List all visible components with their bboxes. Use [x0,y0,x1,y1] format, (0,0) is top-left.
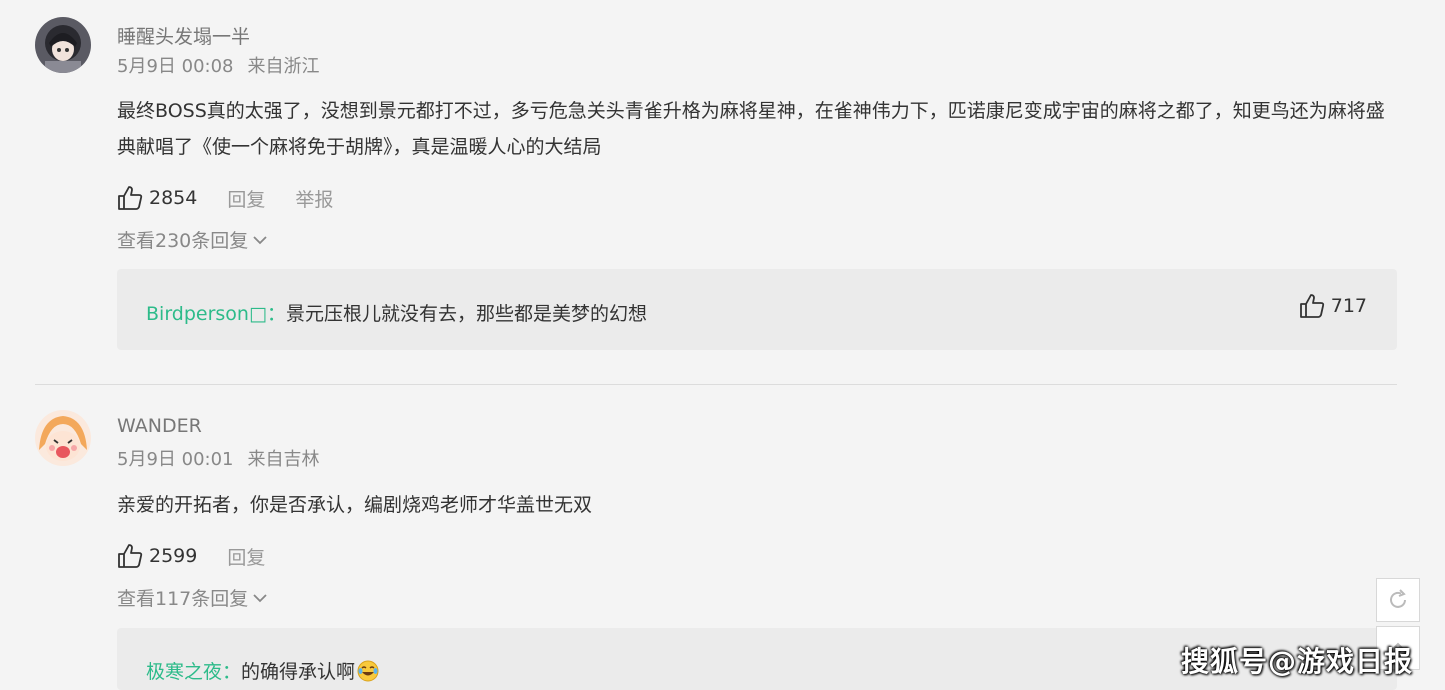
view-replies-button[interactable]: 查看117条回复 [117,584,268,611]
reply-text: 的确得承认啊 [241,661,356,683]
comment-date: 5月9日 00:08 [117,56,234,77]
reply-like: 717 [1299,293,1367,319]
comment-content: 最终BOSS真的太强了，没想到景元都打不过，多亏危急关头青雀升格为麻将星神，在雀… [117,100,1385,158]
avatar[interactable] [35,17,91,73]
chevron-down-icon [253,235,267,244]
comment-meta: 5月9日 00:01 来自吉林 [117,445,320,471]
comment-divider [35,384,1397,385]
like-count: 2854 [149,187,198,209]
top-reply-box: Birdperson□：景元压根儿就没有去，那些都是美梦的幻想 717 [117,269,1397,350]
watermark: 搜狐号@游戏日报 [1180,645,1413,678]
comment-username[interactable]: 睡醒头发塌一半 [117,22,250,49]
comment-actions: 2599 回复 [117,541,295,571]
chevron-down-icon [253,593,267,602]
view-replies-button[interactable]: 查看230条回复 [117,226,268,253]
thumbs-up-icon[interactable] [117,185,143,211]
refresh-button[interactable] [1376,578,1420,622]
view-replies-label: 查看117条回复 [117,588,249,610]
reply-username[interactable]: Birdperson□： [146,303,286,325]
reply-button[interactable]: 回复 [227,543,265,570]
comment-actions: 2854 回复 举报 [117,183,363,213]
comment-date: 5月9日 00:01 [117,449,234,470]
reply-username[interactable]: 极寒之夜： [146,661,241,683]
thumbs-up-icon[interactable] [117,543,143,569]
view-replies-label: 查看230条回复 [117,230,249,252]
reply-button[interactable]: 回复 [227,185,265,212]
like-count: 2599 [149,545,198,567]
thumbs-up-icon[interactable] [1299,293,1325,319]
comment-username[interactable]: WANDER [117,415,202,437]
top-reply-line: 极寒之夜：的确得承认啊 [146,657,379,684]
comment-location: 来自吉林 [247,449,320,470]
report-button[interactable]: 举报 [295,185,333,212]
laughing-tears-icon [357,660,379,682]
comment-location: 来自浙江 [247,56,320,77]
top-reply-line: Birdperson□：景元压根儿就没有去，那些都是美梦的幻想 [146,299,647,326]
comment-content: 亲爱的开拓者，你是否承认，编剧烧鸡老师才华盖世无双 [117,494,593,516]
reply-text: 景元压根儿就没有去，那些都是美梦的幻想 [285,303,647,325]
refresh-icon [1390,589,1406,608]
avatar[interactable] [35,410,91,466]
reply-like-count: 717 [1330,295,1367,317]
comment-meta: 5月9日 00:08 来自浙江 [117,52,320,78]
